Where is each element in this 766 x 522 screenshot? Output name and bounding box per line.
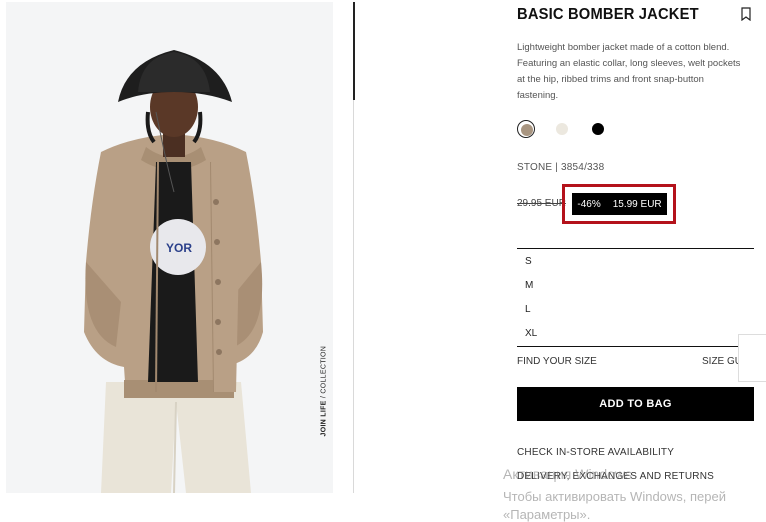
swatch-dot bbox=[556, 123, 568, 135]
original-price: 29.95 EUR bbox=[517, 198, 566, 209]
collection-caption: JOIN LIFE / COLLECTION bbox=[314, 346, 333, 442]
product-description: Lightweight bomber jacket made of a cott… bbox=[517, 42, 741, 101]
sizes-divider-bottom bbox=[517, 346, 754, 347]
size-option-m[interactable]: M bbox=[517, 274, 754, 298]
side-tab[interactable] bbox=[738, 334, 766, 382]
color-swatch-ecru[interactable] bbox=[553, 120, 571, 138]
check-store-availability-link[interactable]: CHECK IN-STORE AVAILABILITY bbox=[517, 447, 674, 458]
size-guide-link[interactable]: SIZE GU bbox=[702, 356, 742, 367]
size-option-s[interactable]: S bbox=[517, 250, 754, 274]
product-photo[interactable]: YOR JOIN LIFE / COLLECTION bbox=[6, 2, 333, 493]
sizes-divider-top bbox=[517, 248, 754, 249]
product-info: BASIC BOMBER JACKET Lightweight bomber j… bbox=[517, 0, 766, 514]
size-option-l[interactable]: L bbox=[517, 298, 754, 322]
discount-price-badge: -46% 15.99 EUR bbox=[572, 193, 667, 215]
color-reference: STONE | 3854/338 bbox=[517, 162, 605, 173]
find-your-size-link[interactable]: FIND YOUR SIZE bbox=[517, 356, 597, 367]
windows-activation-title: Активация Windows bbox=[503, 466, 633, 482]
swatch-dot bbox=[592, 123, 604, 135]
bookmark-icon[interactable] bbox=[740, 7, 752, 22]
size-list: S M L XL bbox=[517, 250, 754, 346]
color-swatch-stone[interactable] bbox=[517, 120, 535, 138]
gallery-scroll-thumb[interactable] bbox=[353, 2, 355, 100]
discount-percent: -46% bbox=[577, 198, 601, 210]
collection-label-rest: / COLLECTION bbox=[320, 345, 328, 401]
collection-label-bold: JOIN LIFE bbox=[320, 400, 328, 437]
model-illustration: YOR bbox=[84, 50, 263, 493]
windows-activation-settings: «Параметры». bbox=[503, 507, 591, 522]
color-swatch-black[interactable] bbox=[589, 120, 607, 138]
swatch-dot bbox=[521, 124, 533, 136]
svg-text:YOR: YOR bbox=[166, 241, 192, 255]
add-to-bag-button[interactable]: ADD TO BAG bbox=[517, 387, 754, 421]
windows-activation-text: Чтобы активировать Windows, перей bbox=[503, 489, 727, 504]
product-title: BASIC BOMBER JACKET bbox=[517, 6, 699, 23]
sale-price: 15.99 EUR bbox=[612, 198, 662, 210]
size-option-xl[interactable]: XL bbox=[517, 322, 754, 346]
